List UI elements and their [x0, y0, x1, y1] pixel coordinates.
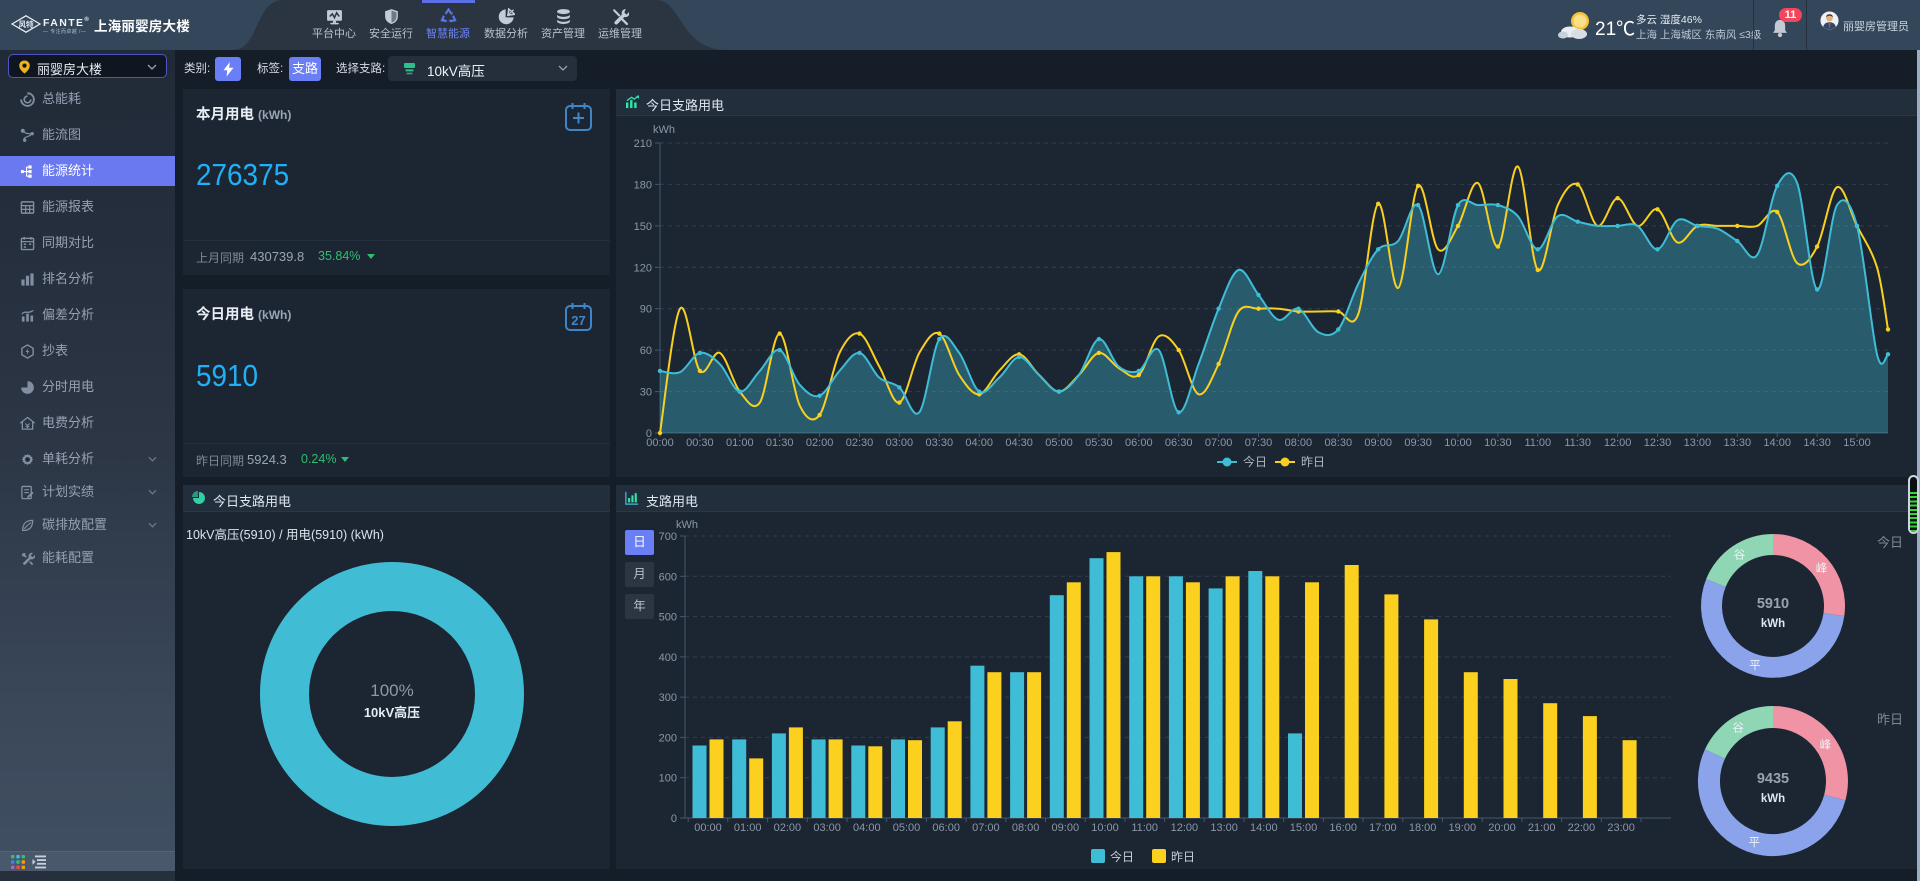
svg-text:600: 600	[659, 571, 677, 583]
svg-text:kWh: kWh	[1761, 793, 1785, 805]
svg-text:13:30: 13:30	[1724, 437, 1752, 449]
svg-text:平: 平	[1749, 660, 1761, 672]
svg-text:05:00: 05:00	[1045, 437, 1073, 449]
svg-text:01:30: 01:30	[766, 437, 794, 449]
svg-text:02:30: 02:30	[846, 437, 874, 449]
svg-text:9435: 9435	[1757, 771, 1789, 787]
svg-text:10kV高压: 10kV高压	[364, 705, 420, 720]
svg-text:kWh: kWh	[676, 519, 698, 531]
svg-text:01:00: 01:00	[726, 437, 754, 449]
svg-text:04:00: 04:00	[965, 437, 993, 449]
svg-text:16:00: 16:00	[1329, 822, 1357, 834]
svg-text:09:00: 09:00	[1364, 437, 1392, 449]
svg-text:kWh: kWh	[1761, 618, 1785, 630]
svg-text:08:00: 08:00	[1012, 822, 1040, 834]
svg-text:今日: 今日	[1110, 849, 1134, 864]
svg-text:00:00: 00:00	[694, 822, 722, 834]
svg-text:200: 200	[659, 732, 677, 744]
svg-text:12:00: 12:00	[1604, 437, 1632, 449]
svg-text:00:30: 00:30	[686, 437, 714, 449]
svg-text:23:00: 23:00	[1607, 822, 1635, 834]
svg-text:03:00: 03:00	[886, 437, 914, 449]
svg-text:0: 0	[671, 813, 677, 825]
svg-text:07:30: 07:30	[1245, 437, 1273, 449]
svg-text:09:30: 09:30	[1404, 437, 1432, 449]
svg-text:100%: 100%	[370, 681, 413, 700]
svg-text:峰: 峰	[1820, 738, 1832, 751]
svg-text:峰: 峰	[1816, 562, 1828, 575]
svg-text:22:00: 22:00	[1568, 822, 1596, 834]
svg-text:07:00: 07:00	[1205, 437, 1233, 449]
svg-text:谷: 谷	[1732, 721, 1744, 734]
svg-text:02:00: 02:00	[774, 822, 802, 834]
svg-text:07:00: 07:00	[972, 822, 1000, 834]
svg-text:06:30: 06:30	[1165, 437, 1193, 449]
svg-text:60: 60	[640, 345, 652, 357]
svg-text:180: 180	[634, 179, 652, 191]
svg-text:05:30: 05:30	[1085, 437, 1113, 449]
svg-text:10:00: 10:00	[1091, 822, 1119, 834]
svg-text:21:00: 21:00	[1528, 822, 1556, 834]
svg-text:100: 100	[659, 773, 677, 785]
svg-text:30: 30	[640, 387, 652, 399]
svg-text:08:00: 08:00	[1285, 437, 1313, 449]
svg-text:14:00: 14:00	[1250, 822, 1278, 834]
svg-text:14:00: 14:00	[1763, 437, 1791, 449]
svg-text:10:30: 10:30	[1484, 437, 1512, 449]
svg-text:kWh: kWh	[653, 124, 675, 136]
svg-text:01:00: 01:00	[734, 822, 762, 834]
svg-text:18:00: 18:00	[1409, 822, 1437, 834]
svg-text:03:30: 03:30	[926, 437, 954, 449]
svg-text:11:00: 11:00	[1131, 822, 1158, 834]
svg-text:15:00: 15:00	[1290, 822, 1318, 834]
svg-text:平: 平	[1749, 837, 1761, 849]
svg-text:300: 300	[659, 692, 677, 704]
svg-text:13:00: 13:00	[1210, 822, 1238, 834]
svg-text:08:30: 08:30	[1325, 437, 1353, 449]
svg-text:11:00: 11:00	[1524, 437, 1551, 449]
svg-text:5910: 5910	[1757, 596, 1789, 612]
svg-text:15:00: 15:00	[1843, 437, 1871, 449]
svg-text:400: 400	[659, 652, 677, 664]
svg-text:14:30: 14:30	[1803, 437, 1831, 449]
svg-text:05:00: 05:00	[893, 822, 921, 834]
svg-text:27: 27	[571, 313, 585, 328]
svg-text:500: 500	[659, 612, 677, 624]
svg-text:06:00: 06:00	[932, 822, 960, 834]
svg-text:120: 120	[634, 262, 652, 274]
svg-text:210: 210	[634, 138, 652, 150]
svg-text:00:00: 00:00	[646, 437, 674, 449]
svg-text:02:00: 02:00	[806, 437, 834, 449]
svg-text:20:00: 20:00	[1488, 822, 1516, 834]
svg-text:04:30: 04:30	[1005, 437, 1033, 449]
svg-text:03:00: 03:00	[813, 822, 841, 834]
svg-text:今日: 今日	[1877, 535, 1903, 550]
svg-text:10:00: 10:00	[1444, 437, 1472, 449]
svg-text:谷: 谷	[1734, 548, 1746, 561]
svg-text:昨日: 昨日	[1171, 850, 1195, 864]
svg-text:12:00: 12:00	[1171, 822, 1199, 834]
svg-text:06:00: 06:00	[1125, 437, 1153, 449]
svg-text:13:00: 13:00	[1684, 437, 1712, 449]
svg-text:昨日: 昨日	[1877, 712, 1903, 727]
svg-text:11:30: 11:30	[1564, 437, 1591, 449]
svg-text:昨日: 昨日	[1301, 455, 1325, 469]
svg-text:19:00: 19:00	[1449, 822, 1477, 834]
svg-text:09:00: 09:00	[1052, 822, 1080, 834]
svg-text:风特: 风特	[19, 19, 34, 29]
svg-text:12:30: 12:30	[1644, 437, 1672, 449]
svg-text:700: 700	[659, 531, 677, 543]
svg-text:150: 150	[634, 221, 652, 233]
svg-text:今日: 今日	[1243, 454, 1267, 469]
svg-text:17:00: 17:00	[1369, 822, 1397, 834]
svg-text:04:00: 04:00	[853, 822, 881, 834]
svg-text:90: 90	[640, 304, 652, 316]
